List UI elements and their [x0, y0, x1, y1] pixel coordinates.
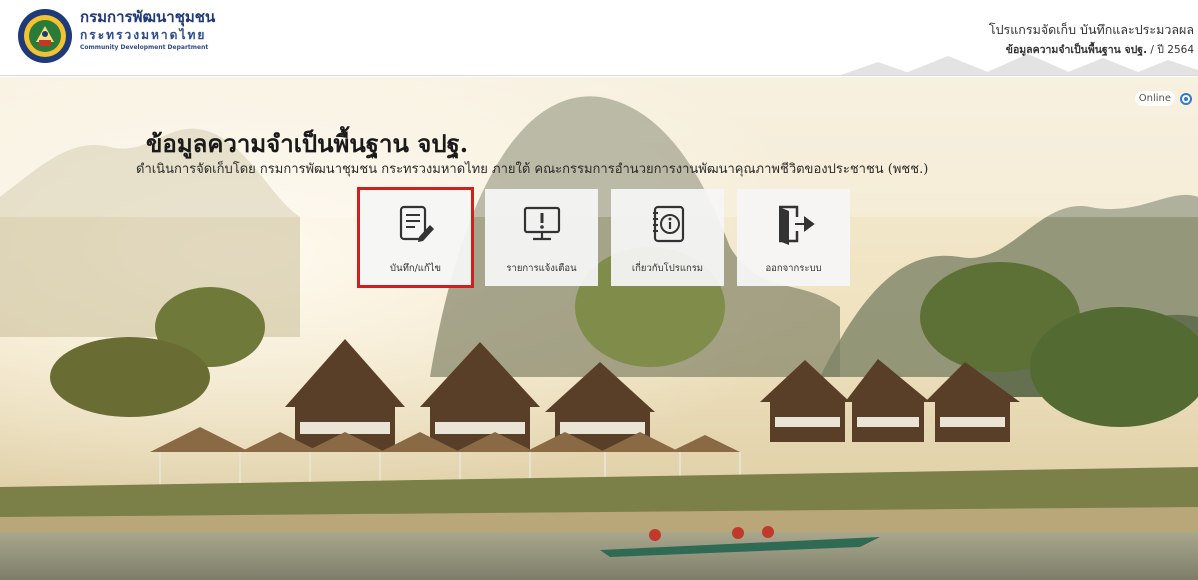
- info-notebook-icon: [652, 205, 684, 243]
- menu-label: ออกจากระบบ: [765, 263, 822, 274]
- logout-door-icon: [778, 205, 815, 245]
- menu-notifications-button[interactable]: รายการแจ้งเตือน: [485, 189, 598, 286]
- department-logo-icon: [18, 9, 72, 63]
- roof-decoration-icon: [838, 54, 1198, 76]
- program-title: โปรแกรมจัดเก็บ บันทึกและประมวลผล: [988, 22, 1194, 37]
- org-ministry: กระทรวงมหาดไทย: [80, 28, 207, 42]
- monitor-alert-icon: [523, 206, 560, 241]
- online-indicator-icon: [1180, 92, 1192, 105]
- header-divider: [0, 75, 1198, 76]
- menu-record-edit-button[interactable]: บันทึก/แก้ไข: [357, 187, 474, 288]
- online-label: Online: [1134, 91, 1175, 106]
- org-name: กรมการพัฒนาชุมชน: [80, 8, 216, 26]
- page-description: ดำเนินการจัดเก็บโดย กรมการพัฒนาชุมชน กระ…: [136, 162, 929, 177]
- menu-about-button[interactable]: เกี่ยวกับโปรแกรม: [611, 189, 724, 286]
- header: กรมการพัฒนาชุมชน กระทรวงมหาดไทย Communit…: [0, 0, 1198, 76]
- org-english-name: Community Development Department: [80, 44, 209, 51]
- menu-label: รายการแจ้งเตือน: [506, 263, 577, 274]
- menu-label: บันทึก/แก้ไข: [390, 263, 441, 274]
- menu-logout-button[interactable]: ออกจากระบบ: [737, 189, 850, 286]
- menu-label: เกี่ยวกับโปรแกรม: [631, 263, 704, 274]
- online-status: Online: [1134, 91, 1192, 106]
- main-menu: บันทึก/แก้ไข รายการแจ้งเตือน เกี่ยวกับโป…: [357, 187, 850, 288]
- edit-document-icon: [399, 205, 434, 242]
